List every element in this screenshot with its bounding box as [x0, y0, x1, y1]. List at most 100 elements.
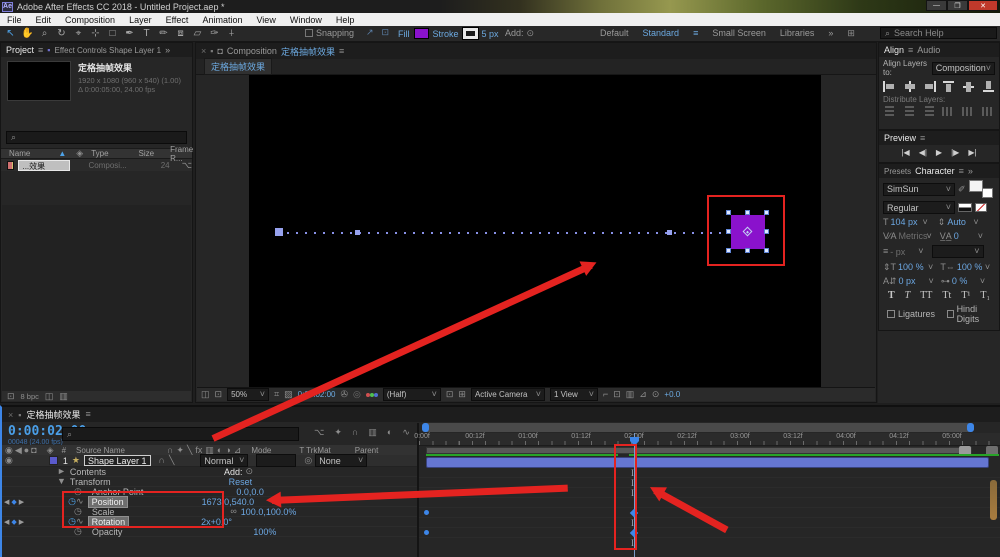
timeline-menu-icon[interactable]: ≡	[85, 410, 90, 419]
tab-presets[interactable]: Presets	[884, 167, 911, 176]
eraser-tool-icon[interactable]: ▱	[189, 27, 206, 41]
project-comp-name[interactable]: 定格抽帧效果	[78, 61, 181, 74]
hand-tool-icon[interactable]: ✋	[19, 27, 36, 41]
add-property-target-icon[interactable]: ⊙	[245, 467, 253, 476]
motion-path-keyframe-mid2[interactable]	[667, 230, 672, 235]
clone-stamp-tool-icon[interactable]: ⧈	[172, 27, 189, 41]
timeline-search-box[interactable]: ⌕	[62, 427, 299, 441]
distribute-left-icon[interactable]	[942, 106, 955, 117]
brush-tool-icon[interactable]: ✏	[155, 27, 172, 41]
flowchart-icon[interactable]: ⌥	[182, 161, 192, 170]
align-top-icon[interactable]	[942, 81, 955, 92]
anchor-point-value[interactable]: 0.0,0.0	[236, 487, 264, 497]
add-target-icon[interactable]: ⊙	[527, 29, 535, 38]
main-monitor-icon[interactable]: ⊡	[215, 390, 223, 399]
magnification-select[interactable]: 50%˅	[227, 388, 269, 401]
keyframe-ibeam[interactable]: I	[631, 469, 634, 478]
timeline-vertical-scrollbar[interactable]	[990, 480, 997, 520]
tabs-overflow[interactable]: »	[165, 45, 170, 55]
baseline-shift-value[interactable]: 0 px	[899, 276, 927, 286]
pixel-aspect-icon[interactable]: ⌐	[603, 390, 608, 399]
track-row[interactable]	[419, 488, 1000, 498]
work-area-bar[interactable]	[426, 447, 972, 454]
timeline-close-icon[interactable]: ×	[8, 410, 13, 420]
trkmat-select[interactable]	[256, 454, 296, 467]
font-style-select[interactable]: Regular˅	[883, 201, 955, 214]
no-color-swatch-icon[interactable]	[975, 203, 987, 212]
motion-path-keyframe-mid1[interactable]	[355, 230, 360, 235]
small-caps-button[interactable]: Tt	[939, 290, 954, 301]
baseline-chevron[interactable]: ˅	[929, 277, 934, 286]
horizontal-scale-value[interactable]: 100 %	[957, 262, 983, 272]
layer-name[interactable]: Shape Layer 1	[84, 455, 151, 466]
align-bottom-icon[interactable]	[982, 81, 995, 92]
layer-label-color[interactable]	[49, 456, 58, 465]
show-channels-icon[interactable]	[366, 390, 378, 399]
workspace-default[interactable]: Default	[600, 28, 629, 38]
contents-twirl-icon[interactable]: ►	[57, 467, 66, 476]
tab-audio[interactable]: Audio	[917, 45, 940, 55]
source-name-col[interactable]: Source Name	[76, 446, 125, 455]
selection-tool-icon[interactable]: ↖	[2, 27, 19, 41]
menu-animation[interactable]: Animation	[195, 15, 249, 25]
interpret-footage-icon[interactable]: ⊡	[7, 392, 15, 401]
track-row[interactable]	[419, 468, 1000, 478]
camera-select[interactable]: Active Camera˅	[471, 388, 545, 401]
hide-shy-icon[interactable]: ∩	[352, 428, 358, 437]
opacity-stopwatch-icon[interactable]: ◷	[74, 527, 82, 536]
position-stopwatch-icon[interactable]: ◷	[68, 497, 76, 506]
leading-value[interactable]: Auto	[947, 217, 971, 227]
menu-file[interactable]: File	[0, 15, 29, 25]
superscript-button[interactable]: T¹	[958, 290, 973, 301]
first-frame-button[interactable]: |◀	[901, 148, 909, 157]
snapping-checkbox[interactable]	[305, 29, 313, 37]
workspace-overflow[interactable]: »	[828, 28, 833, 38]
selection-handle[interactable]	[726, 248, 731, 253]
keyframe-ibeam[interactable]: I	[631, 539, 634, 548]
parent-select[interactable]: None˅	[315, 454, 367, 467]
align-to-select[interactable]: Composition˅	[932, 62, 995, 75]
reset-exposure-icon[interactable]: ⊙	[652, 390, 660, 399]
tracking-value[interactable]: 0	[954, 231, 976, 241]
keyframe-ibeam[interactable]: I	[631, 519, 634, 528]
play-button[interactable]: ▶	[936, 148, 942, 157]
workspace-bar-icon[interactable]: ⊞	[847, 29, 855, 38]
rotation-graph-icon[interactable]: ∿	[76, 517, 84, 526]
minimize-button[interactable]: —	[926, 0, 947, 11]
col-name[interactable]: Name	[1, 149, 30, 158]
menu-view[interactable]: View	[249, 15, 282, 25]
layer-quality-icon[interactable]: ╲	[169, 456, 174, 465]
prev-frame-button[interactable]: ◀|	[919, 148, 927, 157]
comp-timecode[interactable]: 0:00:02:00	[298, 390, 336, 399]
navigator-start-handle[interactable]	[422, 423, 429, 432]
project-list-area[interactable]	[2, 205, 191, 391]
layer-shy-icon[interactable]: ∩	[159, 456, 165, 465]
selection-handle[interactable]	[745, 248, 750, 253]
timeline-navigator[interactable]	[422, 423, 974, 432]
tsume-chevron[interactable]: ˅	[980, 277, 985, 286]
region-of-interest-icon[interactable]: ⊡	[446, 390, 454, 399]
font-size-value[interactable]: 104 px	[891, 217, 921, 227]
faux-bold-button[interactable]: T	[885, 290, 898, 301]
tab-project[interactable]: Project	[6, 45, 34, 55]
draft-3d-icon[interactable]: ✦	[334, 428, 342, 437]
all-caps-button[interactable]: TT	[917, 290, 935, 301]
project-search-box[interactable]: ⌕	[6, 131, 187, 144]
col-type[interactable]: Type	[91, 149, 108, 158]
grid-options-icon[interactable]: ⌗	[274, 390, 279, 399]
fast-preview-icon[interactable]: ⊡	[613, 390, 621, 399]
align-right-icon[interactable]	[923, 81, 936, 92]
rotate-tool-icon[interactable]: ↻	[53, 27, 70, 41]
scale-row[interactable]: ◷ Scale ∞ 100.0,100.0%	[2, 507, 417, 517]
sort-up-icon[interactable]: ▲	[58, 149, 66, 158]
rotation-stopwatch-icon[interactable]: ◷	[68, 517, 76, 526]
fill-swatch[interactable]	[414, 28, 429, 39]
tab-preview[interactable]: Preview	[884, 133, 916, 143]
time-ruler[interactable]: 0:00f 00:12f 01:00f 01:12f 02:00f 02:12f…	[419, 433, 1000, 446]
motion-path-keyframe-start[interactable]	[275, 228, 283, 236]
project-row-comp[interactable]: ...效果 Composi... 24 ⌥	[1, 159, 192, 171]
font-size-chevron[interactable]: ˅	[923, 218, 928, 227]
comp-mini-flowchart-icon[interactable]: ⌥	[314, 428, 324, 437]
new-folder-icon[interactable]: ◫	[45, 392, 54, 401]
subscript-button[interactable]: T₁	[977, 290, 993, 301]
